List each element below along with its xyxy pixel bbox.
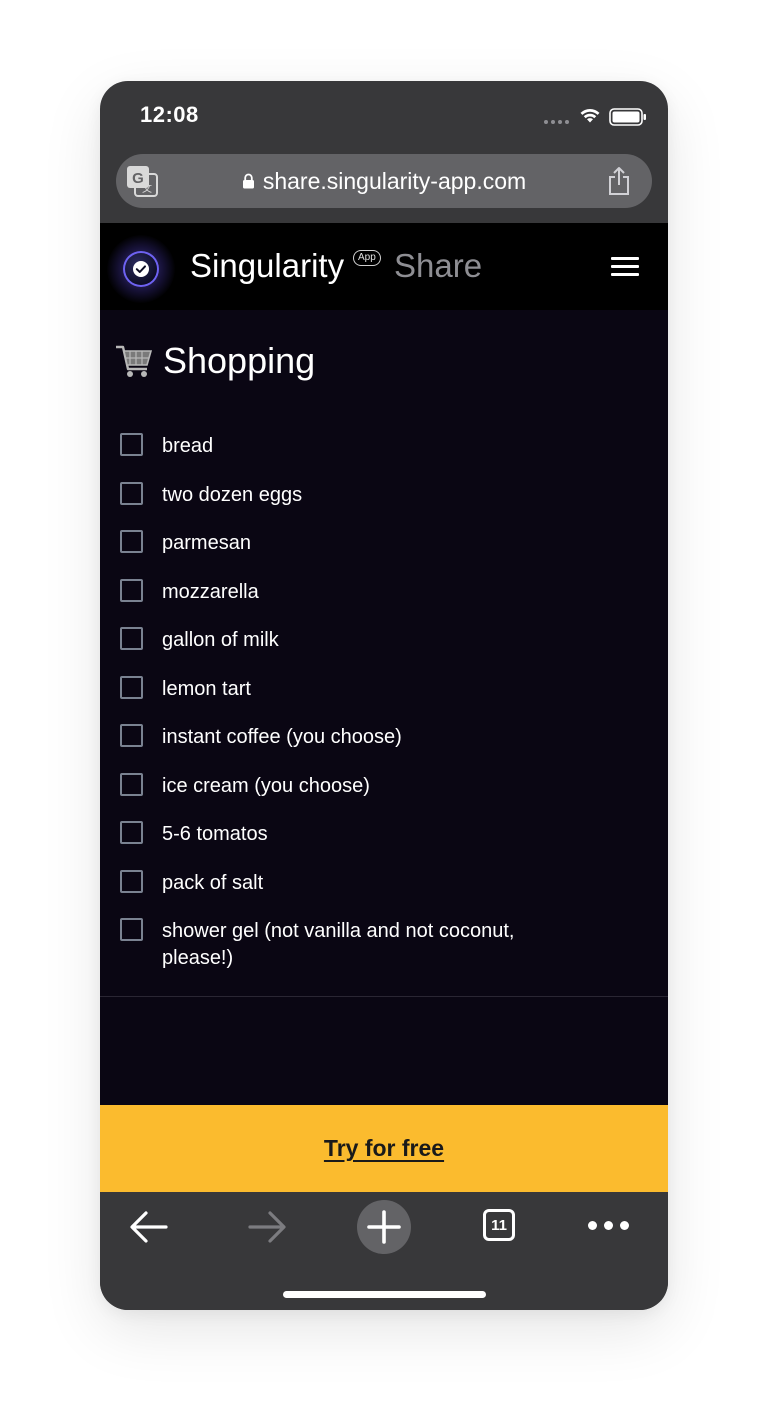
item-checkbox[interactable] bbox=[120, 433, 143, 456]
item-label: 5-6 tomatos bbox=[162, 823, 268, 845]
app-badge: App bbox=[353, 250, 381, 266]
item-checkbox[interactable] bbox=[120, 918, 143, 941]
browser-toolbar: 11 bbox=[100, 1192, 668, 1310]
item-checkbox[interactable] bbox=[120, 675, 143, 699]
item-label: instant coffee (you choose) bbox=[162, 726, 402, 748]
item-label: parmesan bbox=[162, 532, 251, 554]
address-bar[interactable]: G 文 share.singularity-app.com bbox=[116, 154, 652, 208]
list-header: Shopping bbox=[114, 340, 315, 382]
checklist: bread two dozen eggs parmesan mozzarella… bbox=[120, 433, 650, 978]
lock-icon bbox=[242, 173, 254, 189]
brand-name[interactable]: Singularity bbox=[190, 247, 344, 285]
list-item[interactable]: mozzarella bbox=[120, 578, 650, 628]
item-label: pack of salt bbox=[162, 871, 264, 894]
list-title: Shopping bbox=[163, 340, 316, 381]
status-bar: 12:08 bbox=[100, 81, 668, 151]
item-label: shower gel (not vanilla and not coconut,… bbox=[162, 920, 515, 969]
item-checkbox[interactable] bbox=[120, 627, 143, 650]
shopping-cart-icon bbox=[116, 345, 153, 377]
wifi-icon bbox=[580, 108, 600, 123]
home-indicator bbox=[283, 1291, 486, 1298]
hamburger-menu-icon[interactable] bbox=[611, 257, 639, 277]
item-label: lemon tart bbox=[162, 677, 251, 700]
list-item[interactable]: instant coffee (you choose) bbox=[120, 724, 650, 773]
list-item[interactable]: two dozen eggs bbox=[120, 481, 650, 531]
list-item[interactable]: lemon tart bbox=[120, 675, 650, 725]
list-item[interactable]: shower gel (not vanilla and not coconut,… bbox=[120, 918, 650, 978]
more-icon[interactable] bbox=[588, 1221, 629, 1230]
signal-icon bbox=[544, 120, 569, 124]
item-label: two dozen eggs bbox=[162, 483, 303, 506]
list-item[interactable]: ice cream (you choose) bbox=[120, 772, 650, 822]
brand-section: Share bbox=[394, 247, 483, 284]
phone-frame: 12:08 G 文 share.singularity-app.com Sing… bbox=[100, 81, 668, 1310]
url-text[interactable]: share.singularity-app.com bbox=[263, 168, 526, 195]
item-label: ice cream (you choose) bbox=[162, 774, 370, 797]
list-item[interactable]: 5-6 tomatos bbox=[120, 821, 650, 870]
list-item[interactable]: pack of salt bbox=[120, 869, 650, 919]
item-checkbox[interactable] bbox=[120, 481, 143, 505]
item-label: mozzarella bbox=[162, 580, 259, 603]
plus-icon bbox=[367, 1210, 401, 1244]
list-item[interactable]: bread bbox=[120, 433, 650, 482]
cta-banner: Try for free bbox=[100, 1105, 668, 1192]
item-label: bread bbox=[162, 435, 214, 457]
battery-icon bbox=[609, 108, 646, 126]
forward-arrow-icon[interactable] bbox=[246, 1206, 288, 1248]
item-checkbox[interactable] bbox=[120, 772, 143, 796]
try-for-free-link[interactable]: Try for free bbox=[324, 1135, 444, 1162]
item-checkbox[interactable] bbox=[120, 821, 143, 844]
app-header: Singularity App Share bbox=[100, 223, 668, 310]
item-checkbox[interactable] bbox=[120, 724, 143, 747]
share-icon[interactable] bbox=[606, 166, 632, 196]
tabs-icon[interactable]: 11 bbox=[483, 1209, 515, 1241]
divider bbox=[100, 996, 668, 997]
new-tab-button[interactable] bbox=[357, 1200, 411, 1254]
singularity-logo-icon[interactable] bbox=[107, 235, 175, 303]
list-content: Shopping bread two dozen eggs parmesan m… bbox=[100, 310, 668, 1105]
item-checkbox[interactable] bbox=[120, 530, 143, 553]
back-arrow-icon[interactable] bbox=[128, 1206, 170, 1248]
item-label: gallon of milk bbox=[162, 629, 279, 651]
status-time: 12:08 bbox=[140, 102, 199, 127]
item-checkbox[interactable] bbox=[120, 578, 143, 602]
list-item[interactable]: gallon of milk bbox=[120, 627, 650, 676]
item-checkbox[interactable] bbox=[120, 869, 143, 893]
list-item[interactable]: parmesan bbox=[120, 530, 650, 579]
